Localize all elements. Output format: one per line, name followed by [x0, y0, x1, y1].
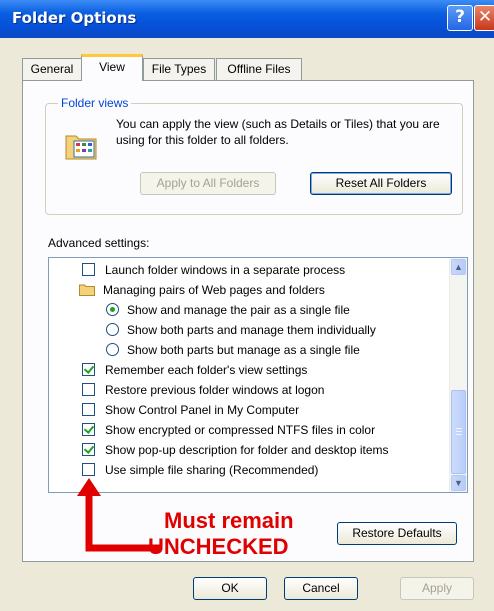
- list-item[interactable]: Show both parts but manage as a single f…: [49, 340, 447, 360]
- help-button[interactable]: ?: [447, 5, 473, 31]
- cancel-button[interactable]: Cancel: [284, 577, 358, 600]
- item-label: Show encrypted or compressed NTFS files …: [105, 423, 376, 437]
- item-label: Restore previous folder windows at logon: [105, 383, 325, 397]
- folder-views-description: You can apply the view (such as Details …: [116, 117, 440, 147]
- item-label: Launch folder windows in a separate proc…: [105, 263, 346, 277]
- item-label: Remember each folder's view settings: [105, 363, 308, 377]
- checkbox[interactable]: [82, 423, 95, 436]
- checkbox[interactable]: [82, 383, 95, 396]
- annotation-must-remain: Must remain: [164, 508, 294, 533]
- list-item[interactable]: Launch folder windows in a separate proc…: [49, 260, 447, 280]
- checkbox[interactable]: [82, 363, 95, 376]
- list-item[interactable]: Remember each folder's view settings: [49, 360, 447, 380]
- list-item[interactable]: Show encrypted or compressed NTFS files …: [49, 420, 447, 440]
- annotation-arrow: [77, 478, 160, 552]
- scroll-down-button[interactable]: ▼: [451, 475, 466, 491]
- folder-views-legend: Folder views: [58, 96, 132, 110]
- item-label: Show both parts but manage as a single f…: [127, 343, 360, 357]
- tab-offline-files[interactable]: Offline Files: [216, 58, 302, 80]
- apply-to-all-folders-button[interactable]: Apply to All Folders: [140, 172, 276, 195]
- title-bar[interactable]: Folder Options ? ✕: [0, 0, 494, 38]
- item-label: Show Control Panel in My Computer: [105, 403, 300, 417]
- tab-general[interactable]: General: [22, 58, 82, 80]
- restore-defaults-button[interactable]: Restore Defaults: [337, 522, 457, 545]
- list-item[interactable]: Restore previous folder windows at logon: [49, 380, 447, 400]
- item-label: Show pop-up description for folder and d…: [105, 443, 389, 457]
- apply-button[interactable]: Apply: [400, 577, 474, 600]
- annotation-unchecked: UNCHECKED: [148, 534, 289, 559]
- vertical-scrollbar[interactable]: ▲ ▼: [449, 258, 467, 492]
- chevron-up-icon: ▲: [454, 262, 463, 272]
- item-label: Managing pairs of Web pages and folders: [103, 283, 325, 297]
- checkbox[interactable]: [82, 263, 95, 276]
- radio-button[interactable]: [106, 303, 119, 316]
- radio-button[interactable]: [106, 323, 119, 336]
- question-icon: ?: [455, 7, 465, 27]
- item-label: Use simple file sharing (Recommended): [105, 463, 319, 477]
- scroll-up-button[interactable]: ▲: [451, 259, 466, 275]
- close-button[interactable]: ✕: [474, 5, 494, 31]
- checkbox[interactable]: [82, 403, 95, 416]
- folder-views-icon: [65, 135, 97, 160]
- advanced-settings-list[interactable]: Launch folder windows in a separate proc…: [48, 257, 468, 493]
- chevron-down-icon: ▼: [454, 478, 463, 488]
- item-label: Show both parts and manage them individu…: [127, 323, 376, 337]
- checkbox[interactable]: [82, 463, 95, 476]
- list-item[interactable]: Show and manage the pair as a single fil…: [49, 300, 447, 320]
- checkbox[interactable]: [82, 443, 95, 456]
- radio-button[interactable]: [106, 343, 119, 356]
- close-icon: ✕: [477, 7, 493, 27]
- list-item[interactable]: Show Control Panel in My Computer: [49, 400, 447, 420]
- item-label: Show and manage the pair as a single fil…: [127, 303, 350, 317]
- tab-view[interactable]: View: [81, 54, 143, 81]
- folder-icon: [79, 284, 95, 296]
- list-item: Managing pairs of Web pages and folders: [49, 280, 447, 300]
- tab-file-types[interactable]: File Types: [143, 58, 215, 80]
- reset-all-folders-button[interactable]: Reset All Folders: [310, 172, 452, 195]
- advanced-settings-label: Advanced settings:: [48, 236, 150, 250]
- window-title: Folder Options: [12, 9, 137, 27]
- list-item[interactable]: Use simple file sharing (Recommended): [49, 460, 447, 480]
- ok-button[interactable]: OK: [193, 577, 267, 600]
- list-item[interactable]: Show both parts and manage them individu…: [49, 320, 447, 340]
- folder-views-group: Folder views You can apply the view (suc…: [45, 96, 463, 215]
- list-item[interactable]: Show pop-up description for folder and d…: [49, 440, 447, 460]
- scroll-thumb[interactable]: [451, 390, 466, 474]
